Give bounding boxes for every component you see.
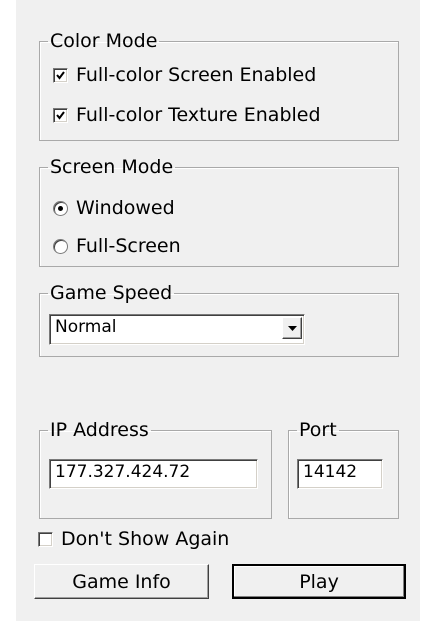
game-speed-select[interactable]: Normal (49, 314, 305, 345)
full-color-screen-option[interactable]: Full-color Screen Enabled (53, 64, 316, 86)
game-info-label: Game Info (72, 570, 171, 593)
play-button[interactable]: Play (232, 564, 406, 599)
game-speed-value: Normal (55, 317, 117, 337)
chevron-down-icon (287, 325, 297, 331)
full-color-screen-checkbox[interactable] (53, 67, 68, 83)
full-color-texture-option[interactable]: Full-color Texture Enabled (53, 104, 321, 126)
dont-show-again-checkbox[interactable] (38, 531, 53, 547)
check-icon (56, 110, 65, 120)
full-color-screen-label: Full-color Screen Enabled (76, 64, 317, 86)
settings-dialog: Color Mode Full-color Screen Enabled Ful… (16, 0, 420, 621)
play-label: Play (299, 570, 339, 593)
radio-dot-icon (58, 205, 63, 211)
screen-mode-legend: Screen Mode (50, 156, 174, 178)
check-icon (56, 70, 65, 80)
dont-show-again-option[interactable]: Don't Show Again (38, 528, 229, 550)
ip-address-value: 177.327.424.72 (55, 462, 191, 482)
full-color-texture-label: Full-color Texture Enabled (76, 104, 321, 126)
ip-address-legend: IP Address (50, 419, 149, 441)
port-value: 14142 (303, 462, 358, 482)
full-color-texture-checkbox[interactable] (53, 107, 68, 123)
dont-show-again-label: Don't Show Again (61, 528, 230, 550)
game-speed-legend: Game Speed (50, 282, 173, 304)
full-screen-option[interactable]: Full-Screen (53, 235, 181, 257)
game-info-button[interactable]: Game Info (34, 564, 209, 599)
port-legend: Port (299, 419, 337, 441)
windowed-option[interactable]: Windowed (53, 197, 175, 219)
game-speed-dropdown-button[interactable] (282, 317, 302, 339)
port-input[interactable]: 14142 (297, 459, 383, 489)
windowed-label: Windowed (76, 197, 175, 219)
full-screen-radio[interactable] (53, 238, 68, 254)
color-mode-legend: Color Mode (50, 30, 158, 52)
windowed-radio[interactable] (53, 200, 68, 216)
full-screen-label: Full-Screen (76, 235, 181, 257)
ip-address-input[interactable]: 177.327.424.72 (49, 459, 258, 489)
